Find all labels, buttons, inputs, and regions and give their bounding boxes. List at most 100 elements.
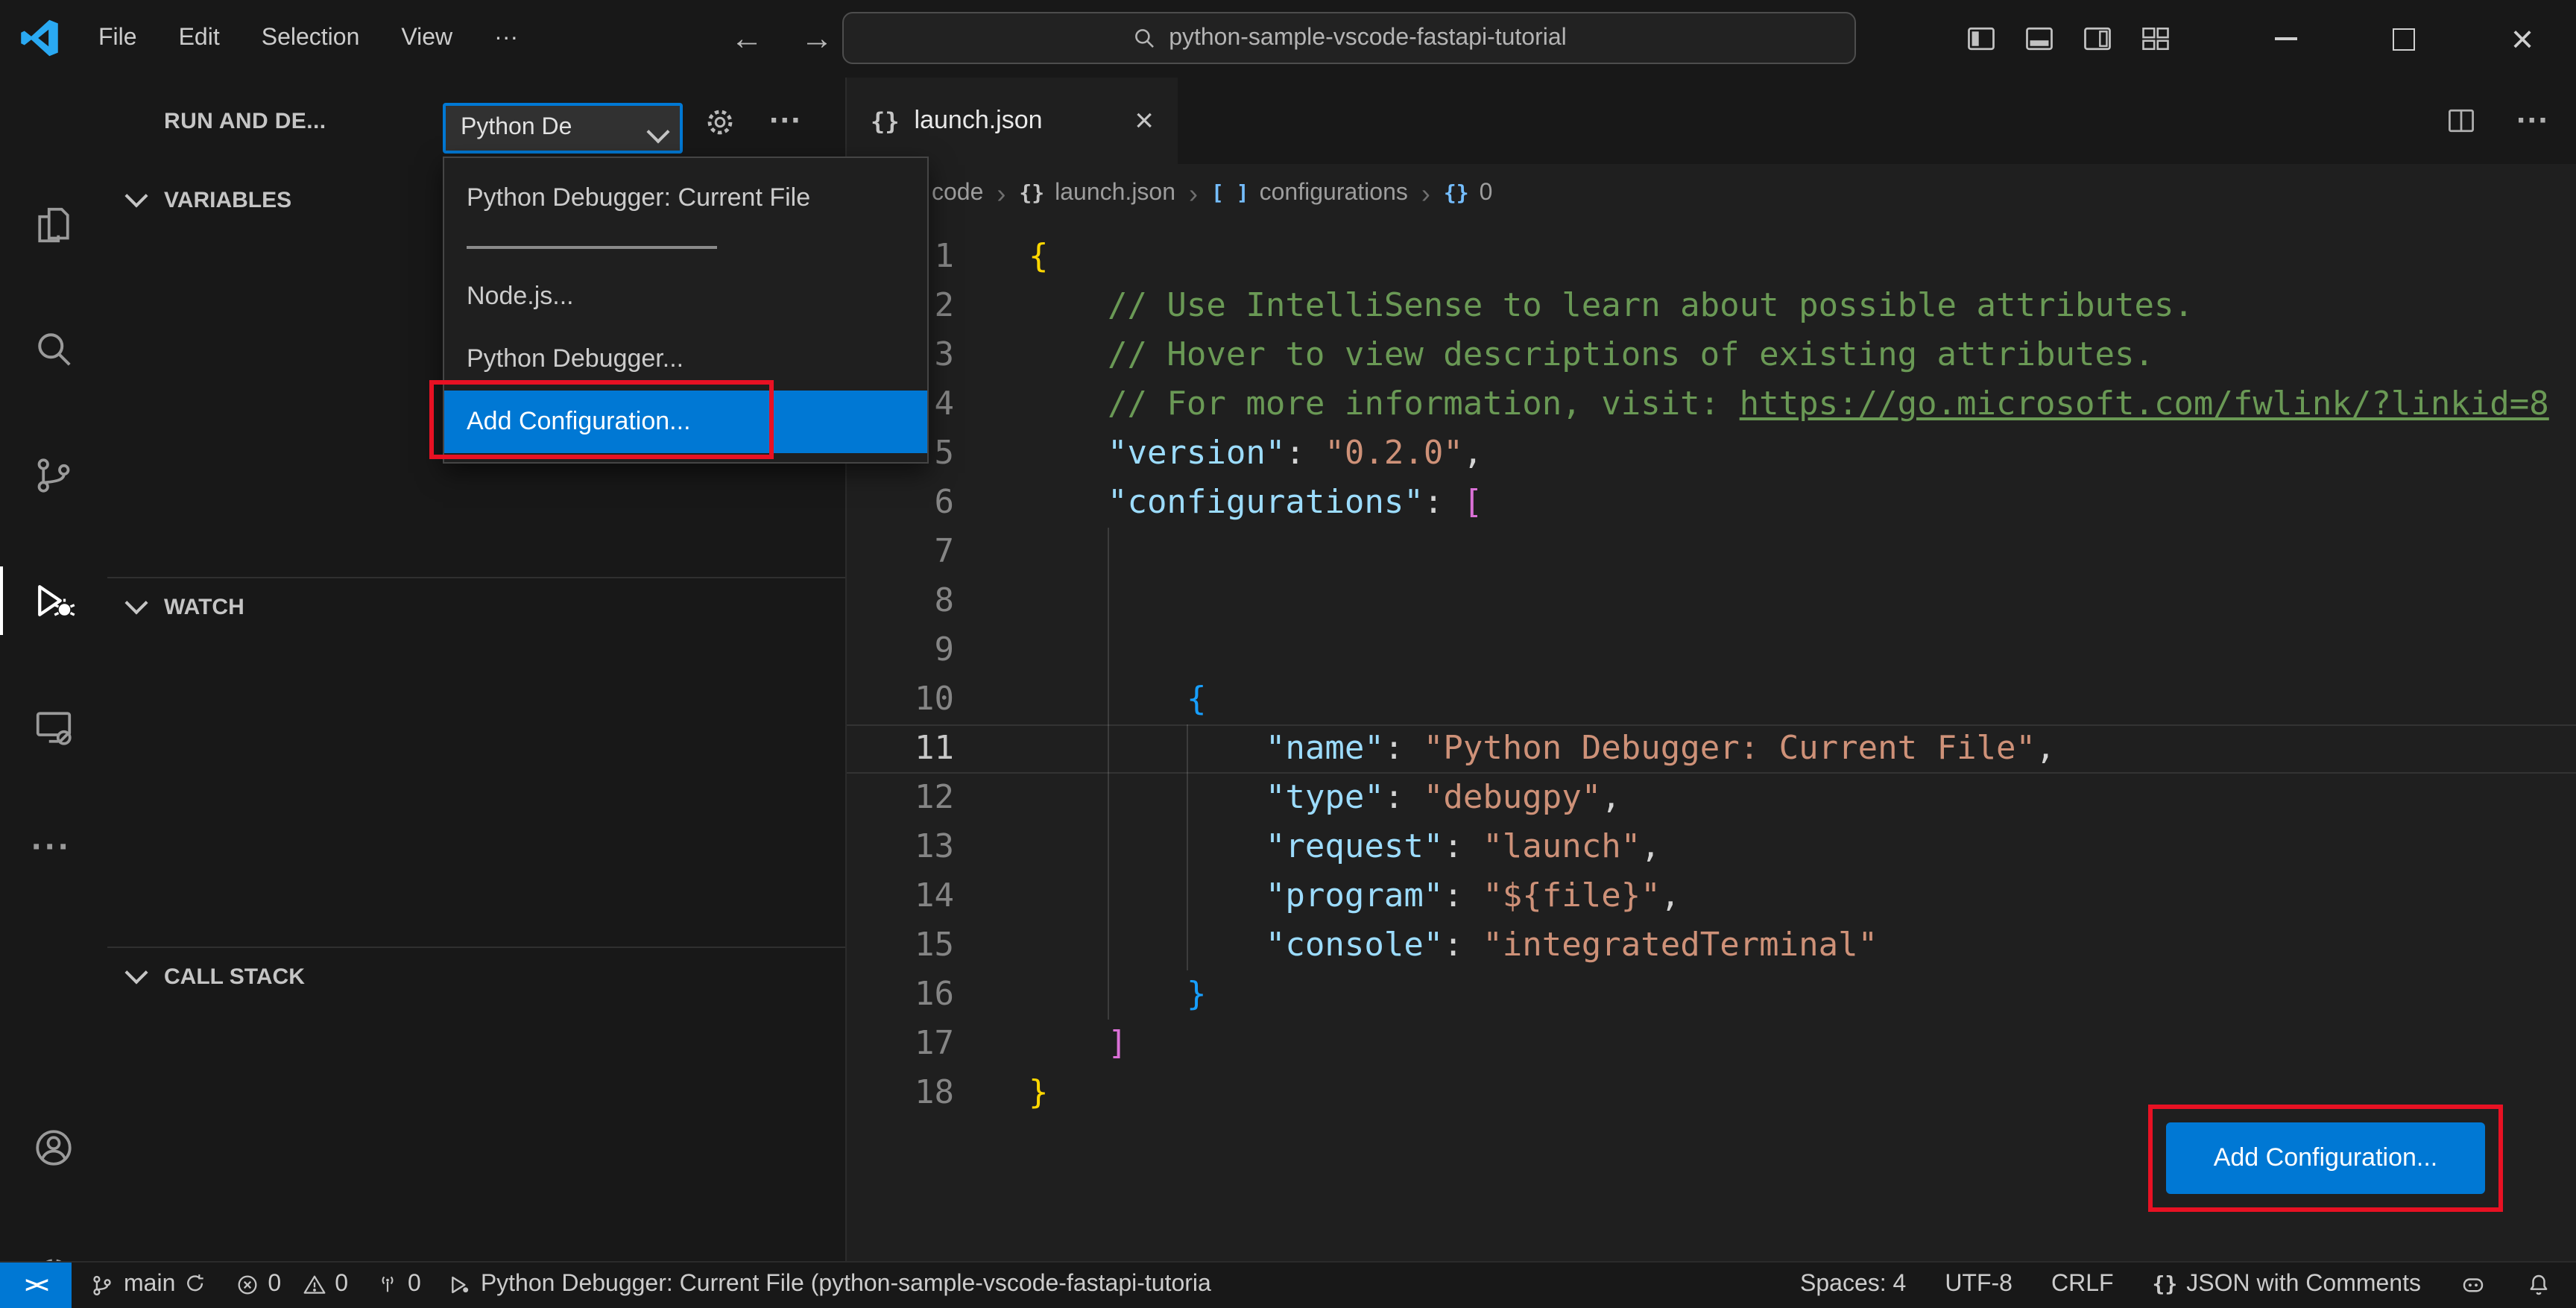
line-number: 14 — [915, 878, 954, 915]
remote-explorer-icon[interactable] — [31, 705, 76, 750]
breadcrumb-folder[interactable]: code — [932, 180, 983, 207]
minimize-button[interactable] — [2258, 0, 2312, 78]
code-line[interactable]: 7 — [847, 528, 2576, 577]
ports-status[interactable]: 0 — [375, 1272, 421, 1299]
section-watch[interactable]: WATCH — [124, 577, 244, 636]
line-number: 6 — [934, 484, 955, 522]
encoding-status[interactable]: UTF-8 — [1945, 1272, 2012, 1299]
editor-more-actions-icon[interactable]: ··· — [2516, 101, 2549, 140]
customize-layout-icon[interactable] — [2139, 22, 2172, 55]
menu-item-add-configuration[interactable]: Add Configuration... — [444, 391, 927, 453]
vscode-window: File Edit Selection View ··· ← → python-… — [0, 0, 2576, 1308]
branch-name: main — [124, 1271, 176, 1298]
menu-file[interactable]: File — [78, 25, 158, 52]
code-line[interactable]: 1{ — [847, 233, 2576, 282]
line-number: 15 — [915, 927, 954, 964]
line-number: 11 — [915, 730, 954, 768]
error-icon — [237, 1276, 256, 1295]
run-and-debug-icon[interactable] — [31, 578, 76, 623]
line-number: 16 — [915, 976, 954, 1014]
breadcrumb-symbol-0[interactable]: {} 0 — [1444, 180, 1493, 207]
chevron-down-icon — [124, 183, 148, 207]
json-file-icon: {} — [871, 107, 900, 135]
maximize-button[interactable] — [2376, 0, 2430, 78]
copilot-icon[interactable] — [2460, 1272, 2487, 1299]
language-mode-status[interactable]: {} JSON with Comments — [2153, 1272, 2421, 1299]
debug-status-text: Python Debugger: Current File (python-sa… — [480, 1271, 1211, 1298]
menu-item-python-debugger-current-file[interactable]: Python Debugger: Current File — [444, 167, 927, 230]
toggle-sidebar-icon[interactable] — [1965, 22, 1998, 55]
code-line[interactable]: 9 — [847, 626, 2576, 675]
breadcrumb-label: launch.json — [1055, 180, 1176, 206]
menu-item-nodejs[interactable]: Node.js... — [444, 265, 927, 328]
search-view-icon[interactable] — [31, 326, 76, 371]
code-line[interactable]: 16 } — [847, 970, 2576, 1020]
remote-indicator[interactable]: >< — [0, 1263, 72, 1308]
code-line[interactable]: 14 "program": "${file}", — [847, 872, 2576, 921]
code-line[interactable]: 8 — [847, 577, 2576, 626]
open-launch-json-gear-icon[interactable] — [702, 104, 738, 140]
toggle-panel-icon[interactable] — [2023, 22, 2056, 55]
chevron-down-icon — [124, 960, 148, 984]
code-line[interactable]: 17 ] — [847, 1020, 2576, 1069]
menu-selection[interactable]: Selection — [241, 25, 381, 52]
close-button[interactable]: × — [2496, 0, 2549, 78]
code-line[interactable]: 3 // Hover to view descriptions of exist… — [847, 331, 2576, 380]
menu-view[interactable]: View — [380, 25, 473, 52]
code-line[interactable]: 4 // For more information, visit: https:… — [847, 380, 2576, 429]
command-center-search[interactable]: python-sample-vscode-fastapi-tutorial — [842, 12, 1856, 64]
section-variables[interactable]: VARIABLES — [124, 170, 291, 230]
breadcrumb: code › {} launch.json › [ ] configuratio… — [847, 164, 2576, 224]
indentation-status[interactable]: Spaces: 4 — [1800, 1272, 1906, 1299]
add-configuration-button[interactable]: Add Configuration... — [2166, 1122, 2485, 1194]
section-label: WATCH — [164, 594, 244, 619]
problems-status[interactable]: 0 0 — [235, 1272, 348, 1299]
notifications-bell-icon[interactable] — [2525, 1272, 2552, 1299]
account-icon[interactable] — [31, 1125, 76, 1170]
editor-group: {} launch.json × ··· code › {} launch.js… — [847, 78, 2576, 1261]
back-icon[interactable]: ← — [730, 0, 763, 78]
indent-guide — [1108, 528, 1109, 1020]
debug-configuration-dropdown[interactable]: Python De — [443, 103, 683, 154]
code-line[interactable]: 13 "request": "launch", — [847, 823, 2576, 872]
code-editor[interactable]: 1{2 // Use IntelliSense to learn about p… — [847, 224, 2576, 1261]
code-line[interactable]: 10 { — [847, 675, 2576, 724]
menu-separator — [444, 230, 927, 265]
explorer-icon[interactable] — [31, 203, 76, 247]
code-line[interactable]: 15 "console": "integratedTerminal" — [847, 921, 2576, 970]
forward-icon[interactable]: → — [801, 0, 833, 78]
title-bar: File Edit Selection View ··· ← → python-… — [0, 0, 2576, 78]
code-line[interactable]: 2 // Use IntelliSense to learn about pos… — [847, 282, 2576, 331]
code-line[interactable]: 12 "type": "debugpy", — [847, 774, 2576, 823]
eol-status[interactable]: CRLF — [2051, 1272, 2114, 1299]
menu-item-python-debugger[interactable]: Python Debugger... — [444, 328, 927, 391]
search-value: python-sample-vscode-fastapi-tutorial — [1169, 25, 1567, 50]
source-control-icon[interactable] — [31, 453, 76, 498]
split-editor-icon[interactable] — [2445, 104, 2478, 137]
debug-status[interactable]: Python Debugger: Current File (python-sa… — [448, 1272, 1211, 1299]
status-bar: >< main 0 0 0 Python Debugger: Current F… — [0, 1261, 2576, 1308]
breadcrumb-symbol-configurations[interactable]: [ ] configurations — [1211, 180, 1408, 207]
panel-title: RUN AND DE... — [164, 108, 326, 133]
code-line[interactable]: 18} — [847, 1069, 2576, 1118]
sync-icon — [186, 1274, 203, 1292]
breadcrumb-label: code — [932, 180, 984, 206]
code-line[interactable]: 6 "configurations": [ — [847, 478, 2576, 528]
breadcrumb-label: configurations — [1259, 180, 1408, 206]
tab-bar: {} launch.json × ··· — [847, 78, 2576, 164]
debug-views-more-icon[interactable]: ··· — [769, 78, 802, 164]
menu-edit[interactable]: Edit — [158, 25, 241, 52]
vscode-logo-icon — [21, 19, 58, 57]
code-line[interactable]: 5 "version": "0.2.0", — [847, 429, 2576, 478]
line-number: 17 — [915, 1026, 954, 1063]
additional-views-icon[interactable]: ··· — [31, 827, 76, 872]
tab-close-icon[interactable]: × — [1134, 104, 1154, 137]
tab-launch-json[interactable]: {} launch.json × — [847, 78, 1178, 164]
braces-icon: {} — [2152, 1273, 2178, 1298]
code-line[interactable]: 11 "name": "Python Debugger: Current Fil… — [847, 724, 2576, 774]
section-call-stack[interactable]: CALL STACK — [124, 947, 305, 1006]
branch-status[interactable]: main — [89, 1272, 208, 1299]
menu-more-icon[interactable]: ··· — [473, 25, 539, 52]
toggle-secondary-sidebar-icon[interactable] — [2081, 22, 2114, 55]
breadcrumb-file[interactable]: {} launch.json — [1019, 180, 1175, 207]
